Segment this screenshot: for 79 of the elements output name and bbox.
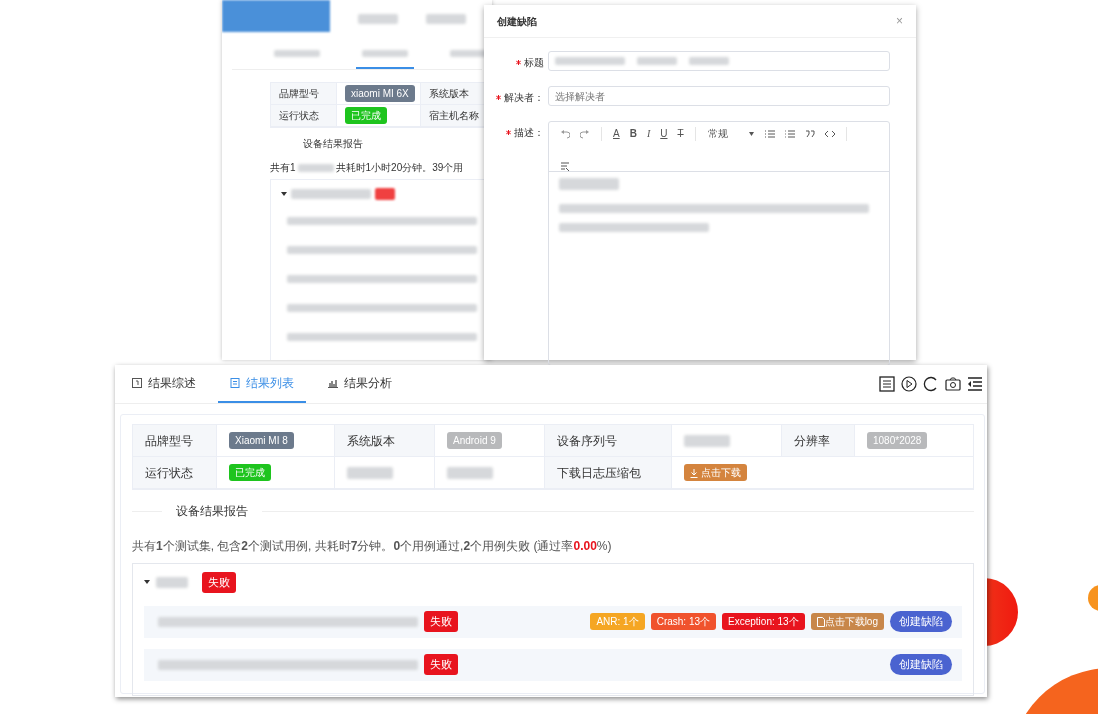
- field-label: 品牌型号: [145, 432, 193, 450]
- info-tag: Android 9: [447, 432, 502, 449]
- file-icon: [816, 617, 825, 628]
- bullet-list-icon: [764, 128, 775, 139]
- field-label: 宿主机名称: [429, 109, 479, 123]
- section-title: 设备结果报告: [303, 137, 364, 151]
- list-icon: [230, 378, 240, 388]
- blurred-text: [347, 466, 393, 479]
- summary-icon: [132, 378, 142, 388]
- tab[interactable]: 结果列表: [218, 365, 306, 403]
- blurred-text: [637, 57, 677, 65]
- summary-text: 共耗时1小时20分钟。39个用: [335, 161, 464, 175]
- toolbar-button[interactable]: B: [624, 126, 642, 141]
- field-label: 标题: [524, 56, 544, 70]
- blurred-text: [447, 466, 493, 479]
- info-tag: xiaomi MI 6X: [345, 85, 415, 102]
- blurred-text: [362, 50, 408, 57]
- bar-chart-icon: [328, 378, 338, 388]
- field-label: 下载日志压缩包: [557, 464, 641, 482]
- create-defect-button[interactable]: 创建缺陷: [890, 611, 952, 632]
- count-tag: Exception: 13个: [722, 613, 805, 630]
- format-dropdown[interactable]: 常规: [701, 126, 760, 141]
- tab[interactable]: 结果分析: [316, 365, 404, 403]
- status-tag: 失败: [424, 611, 458, 632]
- toolbar-button[interactable]: I: [641, 126, 656, 141]
- code-icon: [824, 128, 835, 139]
- caret-icon: [281, 191, 287, 197]
- toolbar-button[interactable]: T: [672, 126, 689, 141]
- download-icon: [690, 468, 698, 478]
- numbered-list-icon: [784, 128, 795, 139]
- menu-collapse-icon[interactable]: [967, 376, 983, 392]
- toolbar-button[interactable]: U: [655, 126, 673, 141]
- status-tag: 失败: [202, 572, 236, 593]
- field-label: 解决者：: [504, 91, 544, 105]
- camera-icon[interactable]: [945, 376, 961, 392]
- info-tag: Xiaomi MI 8: [229, 432, 294, 449]
- status-tag: 失败: [424, 654, 458, 675]
- summary-text: 共有1个测试集, 包含2个测试用例, 共耗时7分钟。0个用例通过,2个用例失败 (通过率0.00%): [132, 538, 613, 555]
- field-label: 运行状态: [279, 109, 319, 123]
- blurred-text: [156, 576, 188, 588]
- field-label: 分辨率: [794, 432, 830, 450]
- summary-text: 共有1: [270, 161, 296, 175]
- blurred-text: [297, 163, 334, 172]
- redo-icon: [580, 128, 590, 139]
- dialog-title: 创建缺陷: [497, 14, 537, 29]
- toolbar-button[interactable]: A: [608, 126, 625, 141]
- quote-icon: [804, 128, 815, 139]
- blurred-text: [426, 14, 466, 24]
- blurred-text: [274, 50, 320, 57]
- count-tag: Crash: 13个: [650, 613, 717, 630]
- info-tag: 1080*2028: [867, 432, 928, 449]
- blurred-text: [358, 14, 398, 24]
- caret-icon[interactable]: [144, 579, 150, 586]
- status-tag: 已完成: [229, 464, 271, 481]
- tab[interactable]: 结果综述: [120, 365, 208, 403]
- rich-text-editor[interactable]: A B I U T 常规: [548, 121, 890, 366]
- caret-icon: [748, 131, 754, 136]
- undo-icon: [560, 128, 570, 139]
- play-icon[interactable]: [901, 376, 917, 392]
- field-label: 品牌型号: [279, 87, 319, 101]
- field-label: 系统版本: [347, 432, 395, 450]
- blurred-text: [684, 434, 730, 447]
- section-title: 设备结果报告: [175, 503, 249, 520]
- field-label: 系统版本: [429, 87, 469, 101]
- input-field[interactable]: 选择解决者: [548, 86, 890, 106]
- report-icon[interactable]: [879, 376, 895, 392]
- fail-tag: [375, 188, 395, 200]
- blurred-text: [689, 57, 729, 65]
- create-defect-button[interactable]: 创建缺陷: [890, 654, 952, 675]
- refresh-icon[interactable]: [923, 376, 939, 392]
- field-label: 描述：: [514, 126, 544, 140]
- input-field[interactable]: [548, 51, 890, 71]
- status-tag: 已完成: [345, 107, 387, 124]
- clear-format-icon: [560, 161, 570, 171]
- blurred-text: [555, 57, 625, 65]
- blurred-text: [559, 178, 619, 190]
- field-label: 设备序列号: [557, 432, 617, 450]
- field-label: 运行状态: [145, 464, 193, 482]
- count-tag: ANR: 1个: [590, 613, 645, 630]
